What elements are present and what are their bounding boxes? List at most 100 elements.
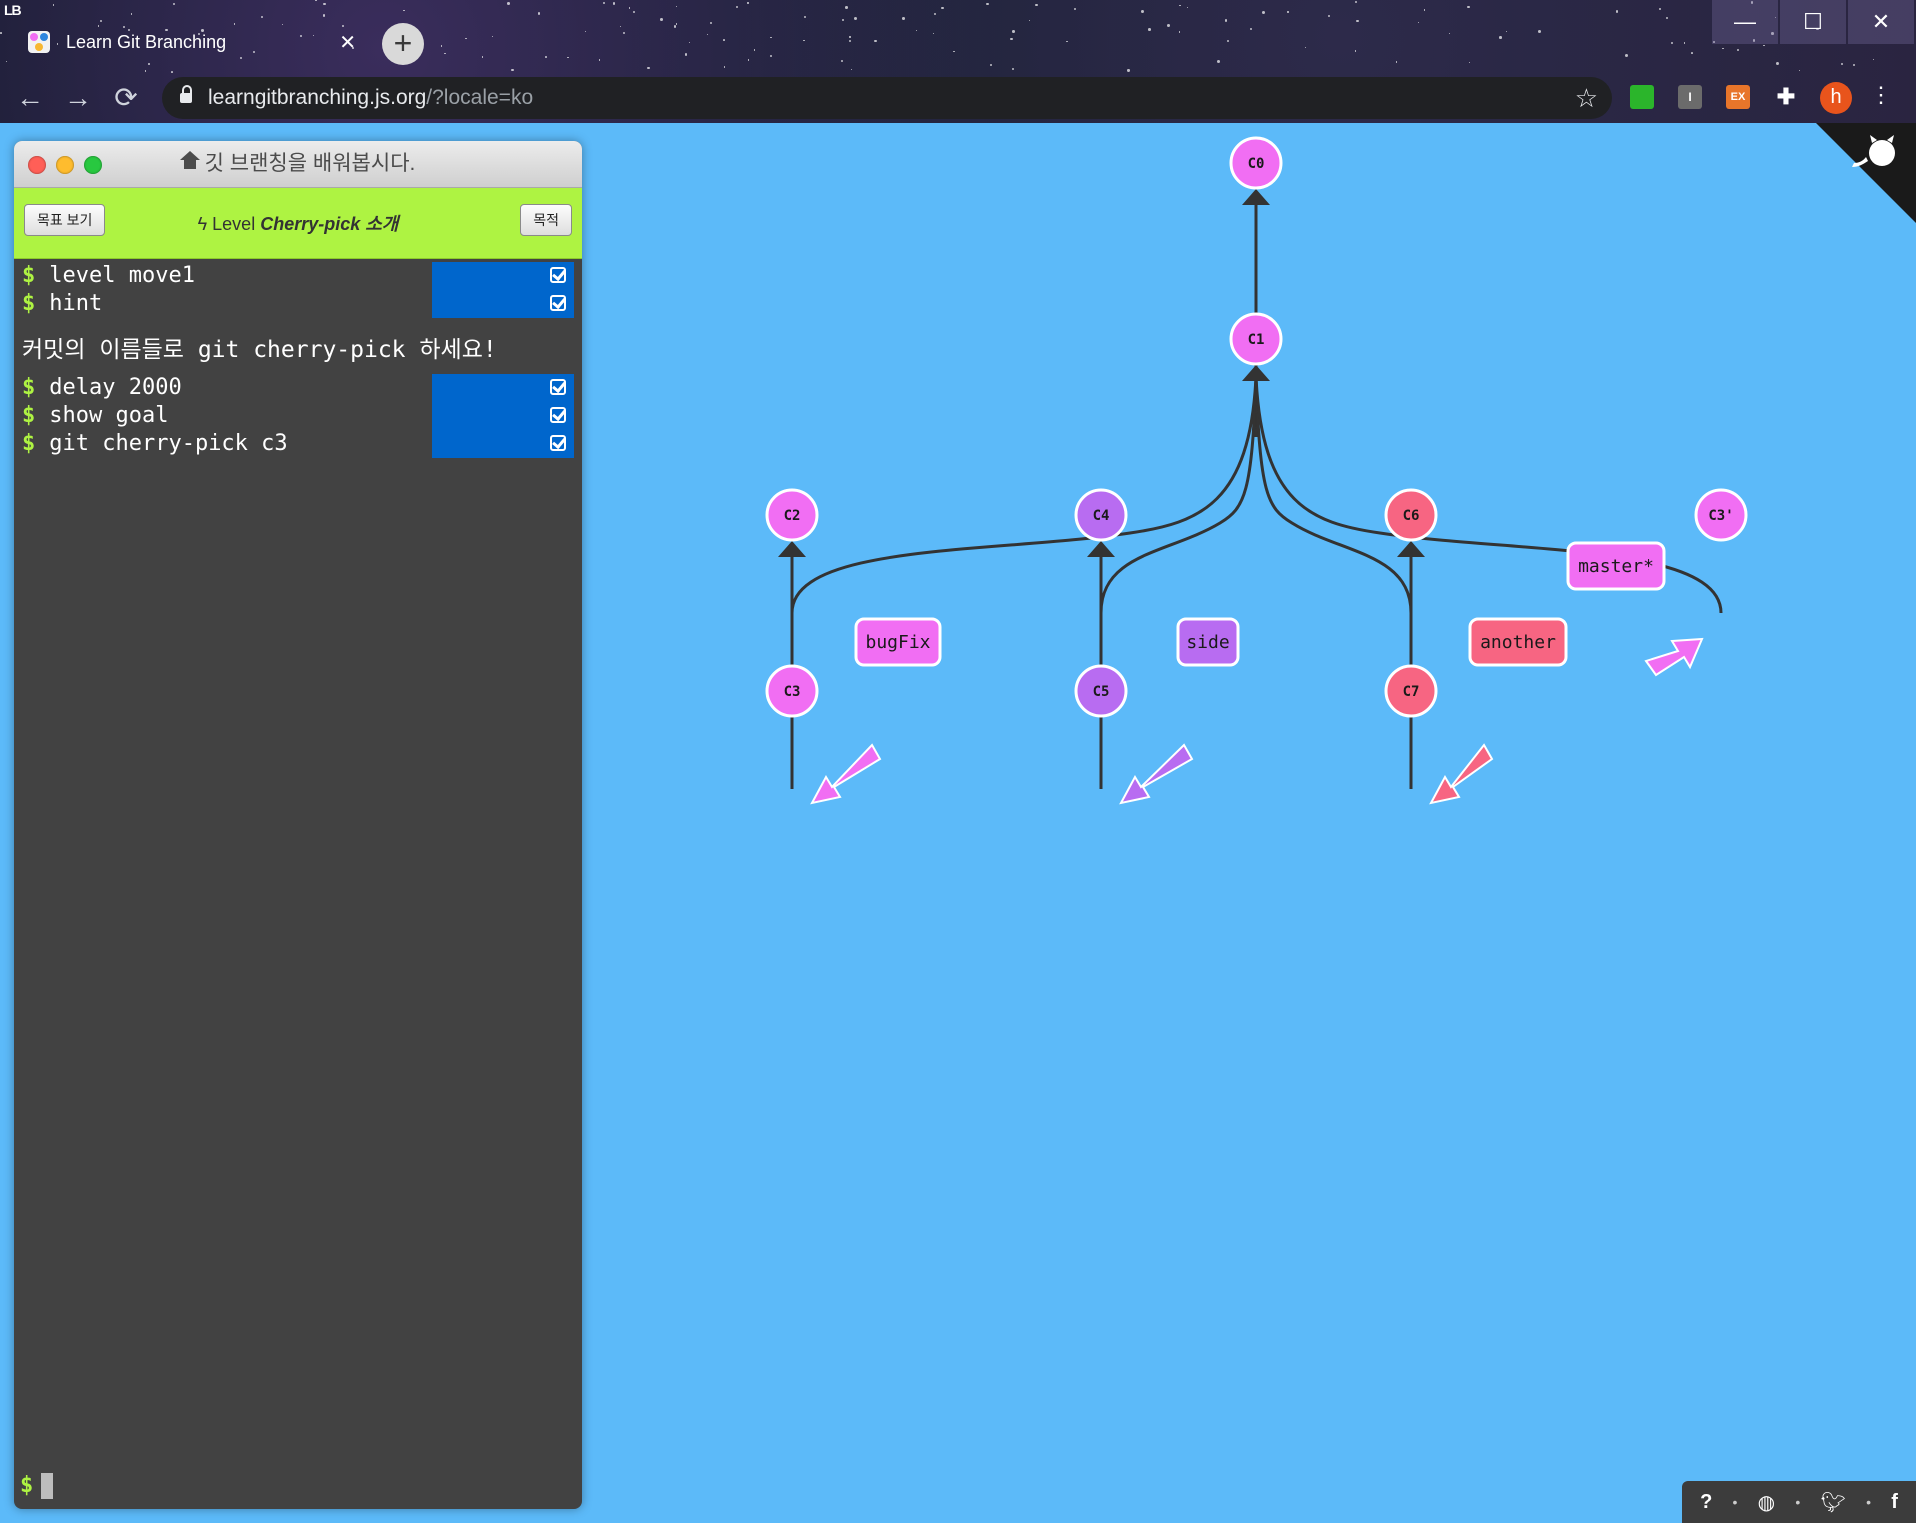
reload-icon[interactable]: ⟳	[108, 80, 144, 116]
background-star	[1141, 10, 1145, 14]
facebook-icon[interactable]: f	[1891, 1491, 1898, 1514]
background-star	[1287, 11, 1289, 13]
globe-icon[interactable]: ◍	[1758, 1490, 1775, 1515]
background-star	[841, 19, 844, 21]
background-star	[1178, 31, 1181, 33]
background-star	[172, 3, 175, 6]
background-star	[707, 33, 709, 35]
background-star	[770, 36, 772, 39]
address-bar[interactable]: learngitbranching.js.org /?locale=ko ☆	[162, 77, 1612, 119]
extension-gray-icon[interactable]: I	[1678, 85, 1702, 109]
browser-menu-icon[interactable]: ⋮	[1870, 82, 1892, 108]
twitter-icon[interactable]: 🐦︎	[1820, 1490, 1845, 1515]
command-row: $ hint	[14, 290, 582, 318]
command-text: show goal	[49, 403, 169, 428]
level-name: Cherry-pick 소개	[260, 214, 399, 234]
prompt-symbol: $	[22, 431, 36, 456]
background-star	[1506, 30, 1508, 32]
background-star	[1736, 48, 1739, 51]
background-star	[1035, 3, 1038, 6]
back-arrow-icon[interactable]: ←	[12, 80, 48, 116]
commit-label: C1	[1248, 332, 1265, 348]
background-star	[1028, 20, 1030, 22]
command-status	[432, 290, 574, 318]
background-star	[901, 16, 905, 20]
background-star	[1499, 36, 1502, 39]
extension-green-icon[interactable]	[1630, 85, 1654, 109]
background-star	[1226, 39, 1230, 43]
background-star	[1615, 10, 1619, 14]
background-star	[1327, 14, 1331, 18]
terminal-title[interactable]: 깃 브랜칭을 배워봅시다.	[14, 141, 582, 187]
background-star	[848, 39, 851, 42]
page-canvas: C0 C1 C2 C3 C4 C5 C6 C7 C3' bugFix side …	[0, 123, 1916, 1523]
command-row: $ level move1	[14, 262, 582, 290]
maximize-button[interactable]: ☐	[1780, 0, 1846, 44]
profile-avatar[interactable]: h	[1820, 82, 1852, 114]
background-star	[52, 4, 55, 7]
footer-separator: •	[1795, 1494, 1801, 1510]
bookmark-star-icon[interactable]: ☆	[1575, 83, 1598, 114]
command-status	[432, 262, 574, 290]
background-star	[1187, 7, 1189, 9]
background-star	[853, 16, 857, 20]
checkbox-checked-icon	[550, 435, 566, 451]
background-star	[1417, 21, 1420, 24]
background-star	[989, 64, 992, 67]
background-star	[1010, 37, 1013, 41]
url-path: /?locale=ko	[426, 86, 534, 109]
command-text: delay 2000	[49, 375, 182, 400]
command-status	[432, 430, 574, 458]
branch-name: master*	[1578, 556, 1654, 577]
background-star	[1467, 6, 1470, 9]
prompt-symbol: $	[22, 263, 36, 288]
new-tab-button[interactable]: +	[382, 23, 424, 65]
background-star	[538, 12, 541, 15]
background-star	[722, 38, 725, 41]
background-star	[673, 25, 677, 28]
background-star	[747, 2, 749, 4]
url-host: learngitbranching.js.org	[208, 86, 427, 109]
commit-label: C0	[1248, 156, 1265, 172]
github-corner-link[interactable]	[1816, 123, 1916, 223]
tab-title: Learn Git Branching	[66, 31, 227, 52]
terminal-title-text: 깃 브랜칭을 배워봅시다.	[204, 152, 416, 175]
background-star	[660, 17, 663, 21]
lightning-icon: ϟ	[197, 214, 208, 234]
command-status	[432, 374, 574, 402]
background-star	[1356, 19, 1359, 23]
checkbox-checked-icon	[550, 267, 566, 283]
browser-tab[interactable]: Learn Git Branching ✕	[16, 22, 362, 62]
command-input[interactable]: $	[20, 1473, 54, 1499]
tab-close-icon[interactable]: ✕	[339, 30, 356, 55]
extension-ex-icon[interactable]: EX	[1726, 85, 1750, 109]
help-icon[interactable]: ?	[1700, 1491, 1712, 1514]
terminal-header: 깃 브랜칭을 배워봅시다.	[14, 141, 582, 188]
branch-labels: bugFix side another master*	[854, 541, 1666, 667]
prompt-symbol: $	[22, 403, 36, 428]
background-star	[723, 66, 726, 68]
close-window-button[interactable]: ✕	[1848, 0, 1914, 44]
background-star	[1683, 42, 1686, 44]
branch-name: another	[1480, 632, 1556, 653]
edge-c6-c1	[1254, 376, 1413, 614]
extensions-puzzle-icon[interactable]: ✚	[1774, 85, 1798, 109]
prompt-symbol: $	[22, 375, 36, 400]
background-star	[491, 35, 494, 37]
minimize-button[interactable]: —	[1712, 0, 1778, 44]
objective-button[interactable]: 목적	[520, 204, 572, 236]
background-star	[315, 0, 317, 2]
background-star	[1468, 61, 1471, 64]
background-star	[754, 49, 756, 51]
background-star	[1262, 11, 1266, 15]
background-star	[1148, 28, 1151, 32]
prompt-symbol: $	[22, 291, 36, 316]
background-star	[1666, 16, 1669, 19]
level-title[interactable]: ϟ Level Cherry-pick 소개	[14, 210, 582, 236]
background-star	[710, 21, 713, 24]
commit-label: C3'	[1708, 508, 1733, 524]
tab-favicon-icon	[28, 31, 50, 53]
forward-arrow-icon[interactable]: →	[60, 80, 96, 116]
command-status	[432, 402, 574, 430]
edge-c2-c1	[790, 376, 1258, 614]
